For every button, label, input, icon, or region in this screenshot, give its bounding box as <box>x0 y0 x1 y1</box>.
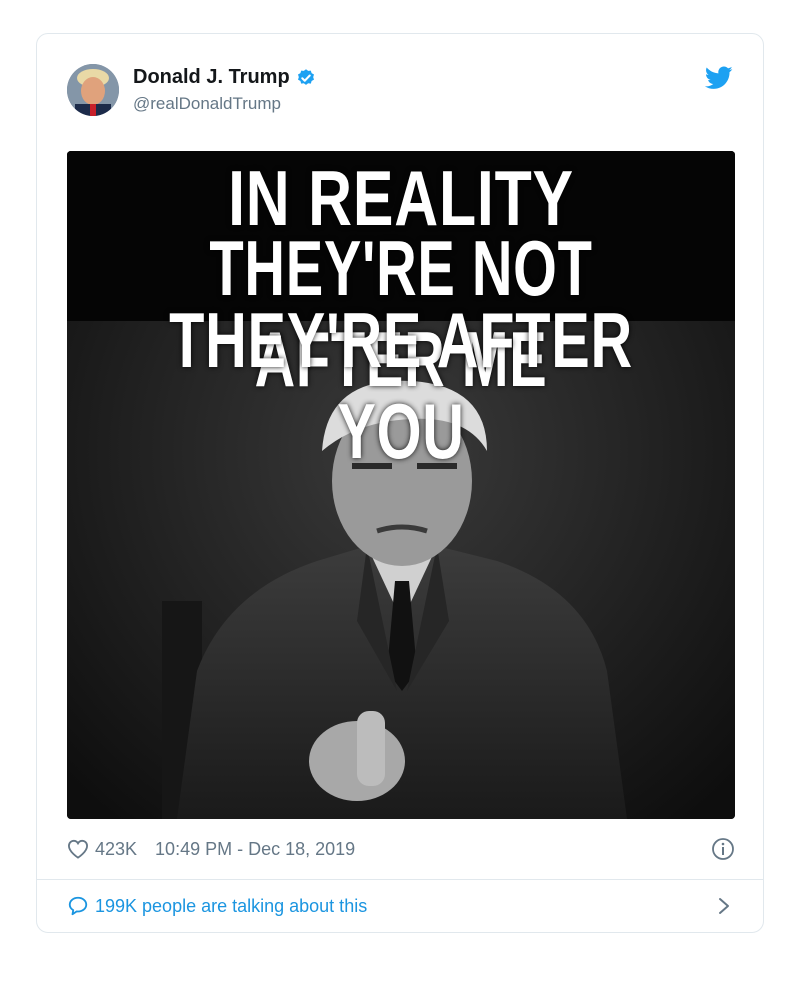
timestamp[interactable]: 10:49 PM - Dec 18, 2019 <box>155 839 355 860</box>
conversation-link[interactable]: 199K people are talking about this <box>67 891 735 921</box>
tweet-stats-row: 423K 10:49 PM - Dec 18, 2019 <box>67 834 735 864</box>
divider <box>37 879 763 880</box>
conversation-text[interactable]: 199K people are talking about this <box>95 896 367 917</box>
speech-bubble-icon <box>68 896 88 916</box>
heart-icon[interactable] <box>67 839 89 859</box>
caption-line-3: THEY'RE AFTER YOU <box>169 296 633 475</box>
like-count[interactable]: 423K <box>95 839 137 860</box>
display-name[interactable]: Donald J. Trump <box>133 66 290 89</box>
user-handle[interactable]: @realDonaldTrump <box>133 94 281 114</box>
avatar[interactable] <box>67 64 119 116</box>
tweet-image[interactable]: IN REALITY THEY'RE NOT AFTER ME THEY'RE … <box>67 151 735 819</box>
tweet-card: Donald J. Trump @realDonaldTrump IN REAL… <box>36 33 764 933</box>
twitter-bird-icon[interactable] <box>705 66 733 90</box>
verified-badge-icon <box>297 68 314 85</box>
chevron-right-icon[interactable] <box>717 896 731 916</box>
author-name-row: Donald J. Trump <box>133 66 316 89</box>
info-icon[interactable] <box>711 837 735 861</box>
